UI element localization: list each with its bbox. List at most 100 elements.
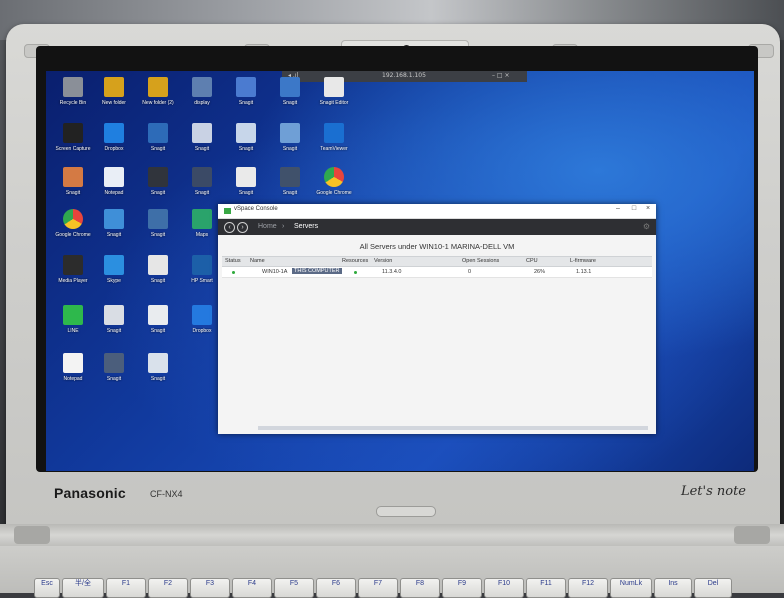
status-online-icon [232, 271, 235, 274]
desktop-icon[interactable]: Snagit [90, 207, 138, 251]
desktop-icon[interactable]: Snagit [134, 303, 182, 347]
desktop-icon[interactable]: Skype [90, 253, 138, 297]
app-icon [236, 123, 256, 143]
window-titlebar[interactable]: vSpace Console – □ × [218, 204, 656, 219]
desktop-icon[interactable]: Snagit [266, 121, 314, 165]
keyboard-key[interactable]: Del [694, 578, 732, 598]
hinge-cap-right [734, 526, 770, 544]
keyboard-key[interactable]: F10 [484, 578, 524, 598]
desktop-icon-label: Snagit [150, 146, 166, 152]
desktop-icon-label: Snagit [106, 328, 122, 334]
desktop-icon[interactable]: Snagit [134, 165, 182, 209]
page-heading: All Servers under WIN10-1 MARINA-DELL VM [359, 242, 515, 251]
column-resources[interactable]: Resources [342, 258, 368, 264]
app-icon [324, 167, 344, 187]
column-open-sessions[interactable]: Open Sessions [462, 258, 499, 264]
hinge-cap-left [14, 526, 50, 544]
breadcrumb-home[interactable]: Home [258, 223, 277, 230]
keyboard-key[interactable]: F2 [148, 578, 188, 598]
maximize-button[interactable]: □ [628, 205, 640, 212]
toolbar-controls[interactable]: – □ × [492, 72, 510, 79]
keyboard-key[interactable]: Esc [34, 578, 60, 598]
app-icon [148, 305, 168, 325]
desktop-icon[interactable]: New folder [90, 75, 138, 119]
column-cpu[interactable]: CPU [526, 258, 538, 264]
desktop-icon[interactable]: Snagit [134, 207, 182, 251]
app-icon [192, 77, 212, 97]
desktop-icon[interactable]: Snagit [134, 351, 182, 395]
desktop-icon[interactable]: New folder (2) [134, 75, 182, 119]
this-computer-badge: THIS COMPUTER [292, 268, 342, 274]
desktop-icon[interactable]: Snagit [222, 75, 270, 119]
hinge [0, 524, 784, 546]
keyboard-key[interactable]: F6 [316, 578, 356, 598]
keyboard-key[interactable]: F11 [526, 578, 566, 598]
desktop-icon-label: Dropbox [104, 146, 124, 152]
desktop-screen: ◂ .ıl 192.168.1.105 – □ × Recycle Bin New… [46, 71, 754, 471]
desktop-icon-label: TeamViewer [320, 146, 348, 152]
horizontal-scrollbar[interactable] [258, 426, 648, 430]
settings-gear-icon[interactable]: ⚙ [643, 222, 650, 231]
desktop-icon[interactable]: Google Chrome [310, 165, 358, 209]
desktop-icon-label: Snagit [282, 146, 298, 152]
desktop-icon-label: Snagit [150, 278, 166, 284]
desktop-icon[interactable]: Snagit [178, 121, 226, 165]
app-icon [280, 167, 300, 187]
app-icon [236, 167, 256, 187]
desktop-icon[interactable]: TeamViewer [310, 121, 358, 165]
lid-latch [376, 506, 436, 517]
app-icon [324, 123, 344, 143]
app-icon [192, 209, 212, 229]
keyboard-key[interactable]: F8 [400, 578, 440, 598]
desktop-icon[interactable]: Snagit [134, 121, 182, 165]
desktop-icon[interactable]: Dropbox [90, 121, 138, 165]
desktop-icon-label: display [194, 100, 210, 106]
keyboard-key[interactable]: F7 [358, 578, 398, 598]
keyboard-key[interactable]: F4 [232, 578, 272, 598]
app-icon [192, 255, 212, 275]
keyboard-key[interactable]: Ins [654, 578, 692, 598]
column-firmware[interactable]: L-firmware [570, 258, 596, 264]
keyboard-key[interactable]: F1 [106, 578, 146, 598]
column-version[interactable]: Version [374, 258, 392, 264]
desktop-icon[interactable]: Snagit [134, 253, 182, 297]
column-status[interactable]: Status [225, 258, 241, 264]
app-icon [104, 77, 124, 97]
series-logo: Let's note [680, 484, 746, 499]
desktop-icon[interactable]: Notepad [90, 165, 138, 209]
app-icon [104, 123, 124, 143]
table-header: Status Name Resources Version Open Sessi… [222, 256, 652, 267]
app-icon [63, 305, 83, 325]
app-icon [148, 353, 168, 373]
app-icon [148, 209, 168, 229]
minimize-button[interactable]: – [612, 205, 624, 212]
desktop-icon[interactable]: Snagit [178, 165, 226, 209]
column-name[interactable]: Name [250, 258, 265, 264]
desktop-icon[interactable]: Snagit [222, 121, 270, 165]
desktop-icon[interactable]: display [178, 75, 226, 119]
back-arrow-icon[interactable]: ‹ [224, 222, 235, 233]
close-button[interactable]: × [642, 205, 654, 212]
app-icon [148, 77, 168, 97]
keyboard-key[interactable]: F5 [274, 578, 314, 598]
app-icon [148, 255, 168, 275]
keyboard-key[interactable]: NumLk [610, 578, 652, 598]
navigation-bar: ‹ › Home › Servers ⚙ [218, 219, 656, 235]
desktop-icon-label: Snagit [282, 100, 298, 106]
keyboard-key[interactable]: F12 [568, 578, 608, 598]
server-name: WIN10-1A [262, 269, 288, 275]
table-row[interactable]: WIN10-1A THIS COMPUTER 11.3.4.0 0 26% 1.… [222, 267, 652, 278]
forward-arrow-icon[interactable]: › [237, 222, 248, 233]
keyboard-key[interactable]: 半/全 [62, 578, 104, 598]
desktop-icon[interactable]: Snagit [90, 303, 138, 347]
desktop-icon[interactable]: Snagit [222, 165, 270, 209]
model-label: CF-NX4 [150, 489, 183, 499]
desktop-icon[interactable]: Snagit [266, 75, 314, 119]
desktop-icon[interactable]: Snagit [90, 351, 138, 395]
keyboard-key[interactable]: F3 [190, 578, 230, 598]
desktop-icon[interactable]: Snagit [266, 165, 314, 209]
desktop-icon[interactable]: Snagit Editor [310, 75, 358, 119]
keyboard-key[interactable]: F9 [442, 578, 482, 598]
desktop-icon-label: Snagit [194, 146, 210, 152]
desktop-icon-label: New folder [102, 100, 126, 106]
